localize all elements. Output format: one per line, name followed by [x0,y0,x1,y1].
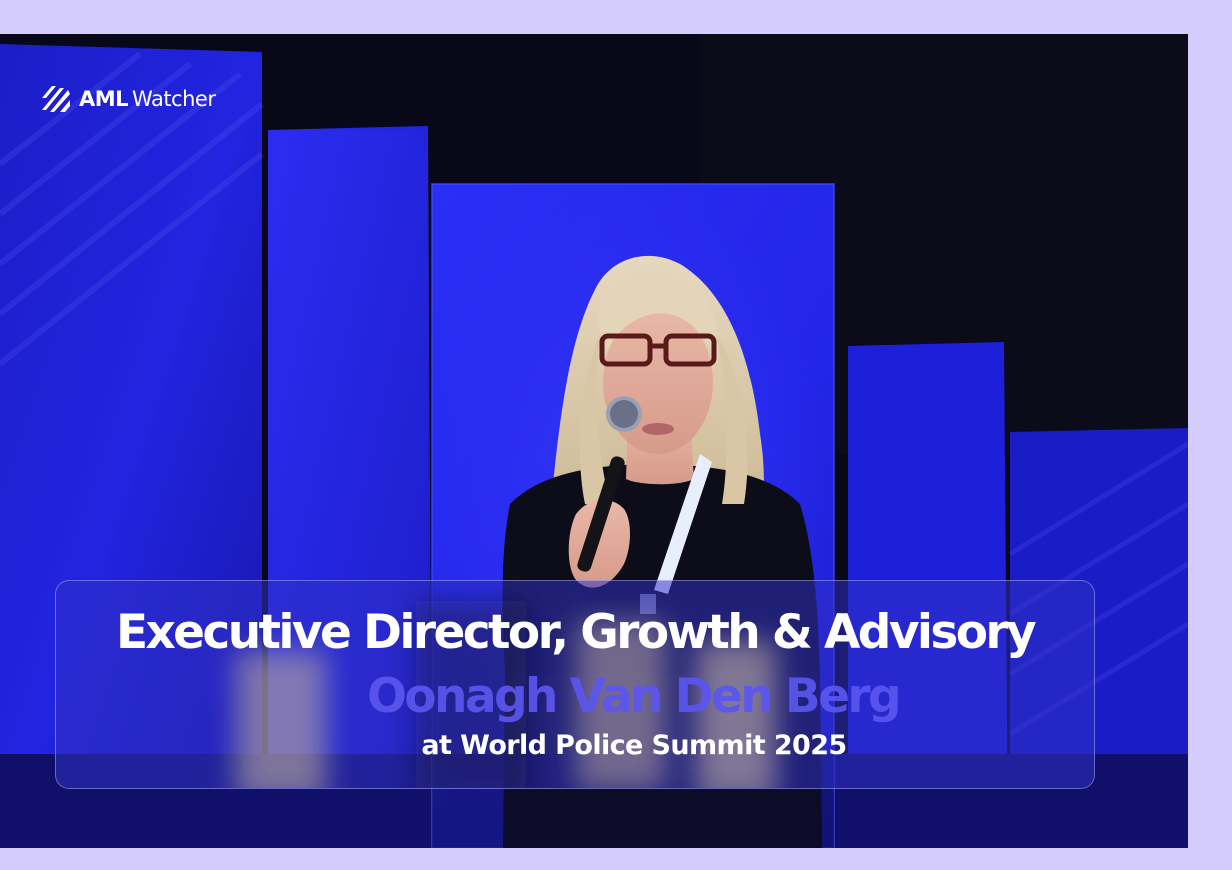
speaker-caption-card: Executive Director, Growth & Advisory Oo… [55,580,1095,789]
photo-frame: AML Watcher Executive Director, Growth &… [0,34,1188,848]
speaker-name: Oonagh Van Den Berg [366,669,902,724]
brand-logo: AML Watcher [40,84,216,114]
logo-bold-text: AML [79,86,129,111]
logo-wordmark: AML Watcher [79,86,216,111]
logo-light-text: Watcher [132,86,216,111]
event-name: at World Police Summit 2025 [421,730,847,761]
diagonal-stripes-logo-icon [42,86,70,112]
speaker-title: Executive Director, Growth & Advisory [115,605,1037,660]
